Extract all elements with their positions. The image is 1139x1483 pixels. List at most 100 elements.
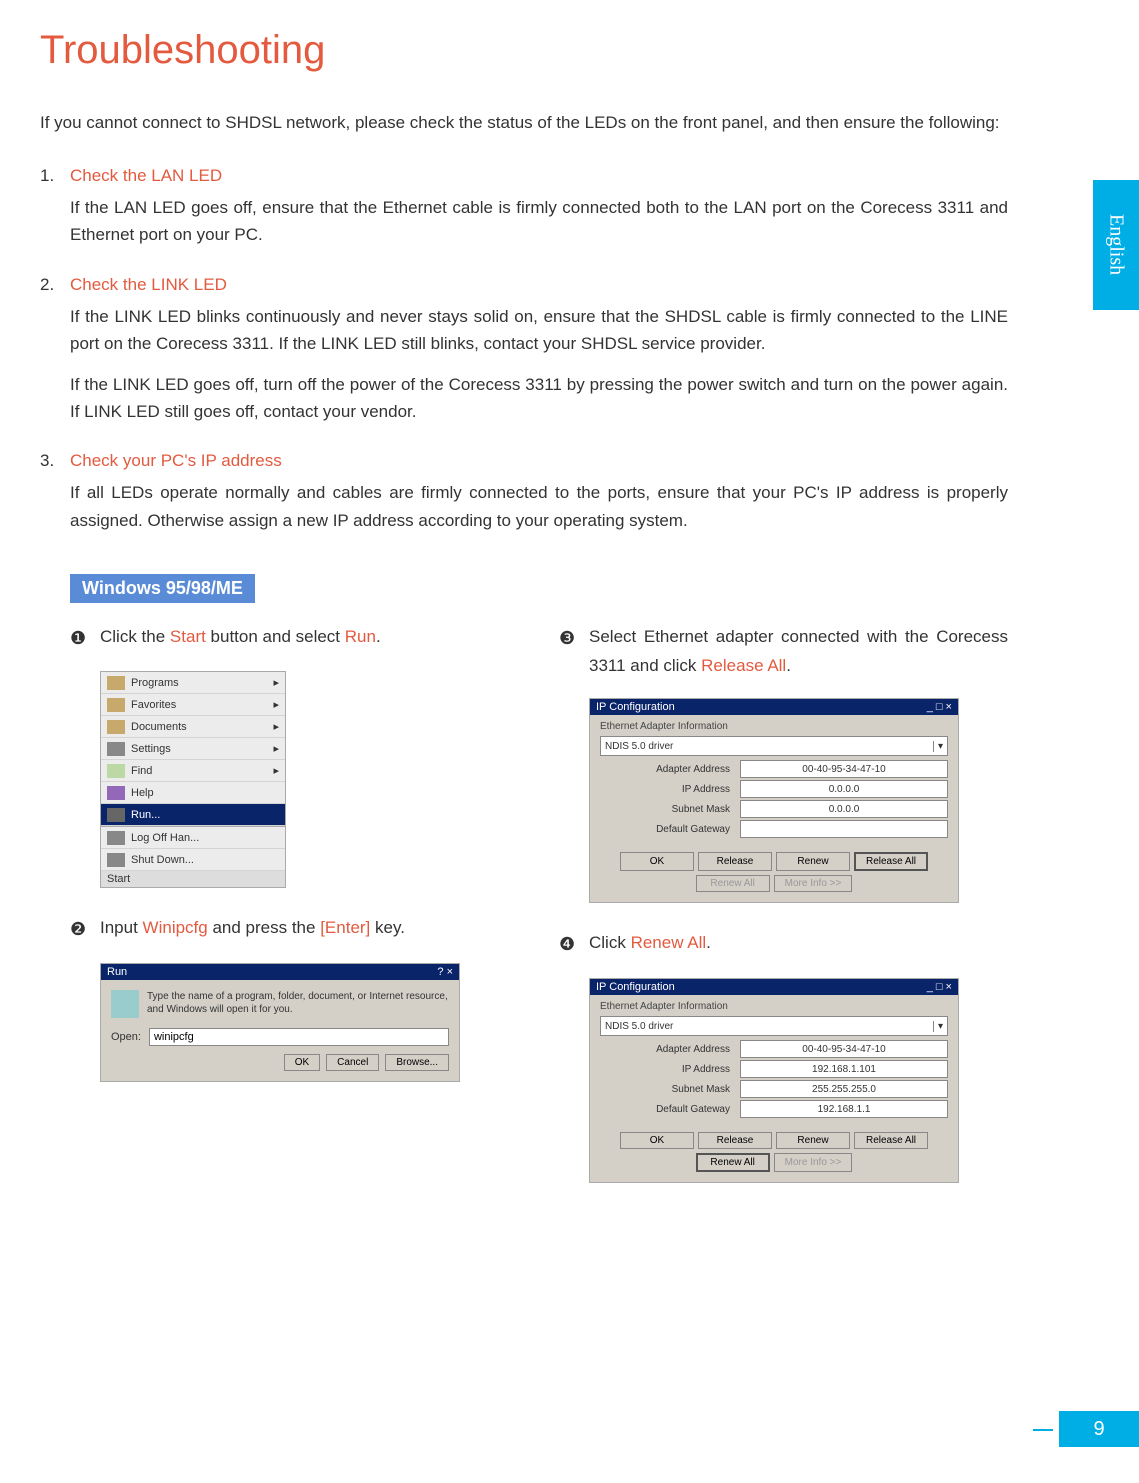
renew-all-button[interactable]: Renew All: [696, 875, 770, 892]
step-1: Check the LAN LED If the LAN LED goes of…: [40, 166, 1008, 248]
window-controls-icon[interactable]: _ □ ×: [927, 981, 952, 993]
adapter-address-value: 00-40-95-34-47-10: [740, 760, 948, 778]
ok-button[interactable]: OK: [620, 852, 694, 871]
cancel-button[interactable]: Cancel: [326, 1054, 379, 1071]
folder-icon: [107, 720, 125, 734]
menu-documents[interactable]: Documents▸: [101, 716, 285, 738]
release-button[interactable]: Release: [698, 852, 772, 871]
start-button[interactable]: Start: [101, 871, 285, 887]
substep-3: ❸ Select Ethernet adapter connected with…: [559, 623, 1008, 681]
adapter-address-label: Adapter Address: [600, 764, 740, 775]
adapter-combo[interactable]: NDIS 5.0 driver ▾: [600, 736, 948, 756]
menu-help-label: Help: [131, 787, 154, 799]
step-2-body-a: If the LINK LED blinks continuously and …: [70, 303, 1008, 357]
substep-1-text: Click the Start button and select Run.: [100, 623, 519, 654]
menu-settings-label: Settings: [131, 743, 171, 755]
s4-kw1: Renew All: [631, 933, 707, 952]
release-all-button[interactable]: Release All: [854, 852, 928, 871]
substep-2: ❷ Input Winipcfg and press the [Enter] k…: [70, 914, 519, 945]
s1-kw1: Start: [170, 627, 206, 646]
shutdown-icon: [107, 853, 125, 867]
menu-favorites[interactable]: Favorites ▸: [101, 694, 285, 716]
step-3: Check your PC's IP address If all LEDs o…: [40, 451, 1008, 533]
chevron-down-icon: ▾: [933, 741, 943, 752]
window-controls-icon[interactable]: _ □ ×: [927, 701, 952, 713]
figure-ipconfig-1: IP Configuration _ □ × Ethernet Adapter …: [589, 698, 959, 903]
s2-post: key.: [370, 918, 405, 937]
adapter-address-value: 00-40-95-34-47-10: [740, 1040, 948, 1058]
key-icon: [107, 831, 125, 845]
bullet-4: ❹: [559, 929, 589, 960]
menu-shutdown-label: Shut Down...: [131, 854, 194, 866]
step-3-body: If all LEDs operate normally and cables …: [70, 479, 1008, 533]
renew-button[interactable]: Renew: [776, 852, 850, 871]
substep-4-text: Click Renew All.: [589, 929, 1008, 960]
ok-button[interactable]: OK: [284, 1054, 320, 1071]
step-3-title: Check your PC's IP address: [70, 451, 1008, 471]
more-info-button[interactable]: More Info >>: [774, 875, 853, 892]
step-2: Check the LINK LED If the LINK LED blink…: [40, 275, 1008, 426]
step-2-title: Check the LINK LED: [70, 275, 1008, 295]
run-icon: [111, 990, 139, 1018]
menu-settings[interactable]: Settings ▸: [101, 738, 285, 760]
bullet-1: ❶: [70, 623, 100, 654]
run-titlebar: Run ? ×: [101, 964, 459, 980]
arrow-icon: ▸: [273, 742, 279, 755]
substep-4: ❹ Click Renew All.: [559, 929, 1008, 960]
s4-pre: Click: [589, 933, 631, 952]
release-button[interactable]: Release: [698, 1132, 772, 1149]
arrow-icon: ▸: [273, 676, 279, 689]
adapter-address-label: Adapter Address: [600, 1044, 740, 1055]
menu-logoff[interactable]: Log Off Han...: [101, 827, 285, 849]
substep-1: ❶ Click the Start button and select Run.: [70, 623, 519, 654]
subnet-mask-value: 0.0.0.0: [740, 800, 948, 818]
adapter-combo-value: NDIS 5.0 driver: [605, 741, 673, 752]
page-number: 9: [1059, 1411, 1139, 1447]
s1-pre: Click the: [100, 627, 170, 646]
figure-start-menu: Programs▸ Favorites▸ Documents▸ Settings…: [100, 671, 286, 888]
folder-icon: [107, 698, 125, 712]
adapter-combo[interactable]: NDIS 5.0 driver ▾: [600, 1016, 948, 1036]
menu-favorites-label: Favorites: [131, 699, 176, 711]
find-icon: [107, 764, 125, 778]
folder-icon: [107, 676, 125, 690]
run-icon: [107, 808, 125, 822]
menu-shutdown[interactable]: Shut Down...: [101, 849, 285, 871]
close-icon[interactable]: ? ×: [437, 966, 453, 978]
ipcfg1-group: Ethernet Adapter Information: [600, 721, 948, 732]
ok-button[interactable]: OK: [620, 1132, 694, 1149]
menu-run-label: Run...: [131, 809, 160, 821]
menu-find[interactable]: Find▸: [101, 760, 285, 782]
ipcfg2-titlebar: IP Configuration _ □ ×: [590, 979, 958, 995]
menu-run[interactable]: Run...: [101, 804, 285, 826]
s2-kw2: [Enter]: [320, 918, 370, 937]
s3-post: .: [786, 656, 791, 675]
menu-programs[interactable]: Programs▸: [101, 672, 285, 694]
step-1-title: Check the LAN LED: [70, 166, 1008, 186]
menu-help[interactable]: Help: [101, 782, 285, 804]
step-2-body-b: If the LINK LED goes off, turn off the p…: [70, 371, 1008, 425]
bullet-2: ❷: [70, 914, 100, 945]
chevron-down-icon: ▾: [933, 1021, 943, 1032]
open-input[interactable]: [149, 1028, 449, 1046]
ipcfg2-title: IP Configuration: [596, 981, 675, 993]
menu-documents-label: Documents: [131, 721, 187, 733]
subnet-mask-label: Subnet Mask: [600, 1084, 740, 1095]
step-1-body: If the LAN LED goes off, ensure that the…: [70, 194, 1008, 248]
browse-button[interactable]: Browse...: [385, 1054, 449, 1071]
s2-mid: and press the: [208, 918, 320, 937]
s2-pre: Input: [100, 918, 143, 937]
renew-all-button[interactable]: Renew All: [696, 1153, 770, 1172]
run-message: Type the name of a program, folder, docu…: [147, 990, 449, 1018]
ipcfg1-title: IP Configuration: [596, 701, 675, 713]
language-tab: English: [1093, 180, 1139, 310]
gateway-label: Default Gateway: [600, 824, 740, 835]
renew-button[interactable]: Renew: [776, 1132, 850, 1149]
more-info-button[interactable]: More Info >>: [774, 1153, 853, 1172]
release-all-button[interactable]: Release All: [854, 1132, 928, 1149]
adapter-combo-value: NDIS 5.0 driver: [605, 1021, 673, 1032]
ip-address-value: 0.0.0.0: [740, 780, 948, 798]
arrow-icon: ▸: [273, 698, 279, 711]
subnet-mask-value: 255.255.255.0: [740, 1080, 948, 1098]
figure-run-dialog: Run ? × Type the name of a program, fold…: [100, 963, 460, 1082]
